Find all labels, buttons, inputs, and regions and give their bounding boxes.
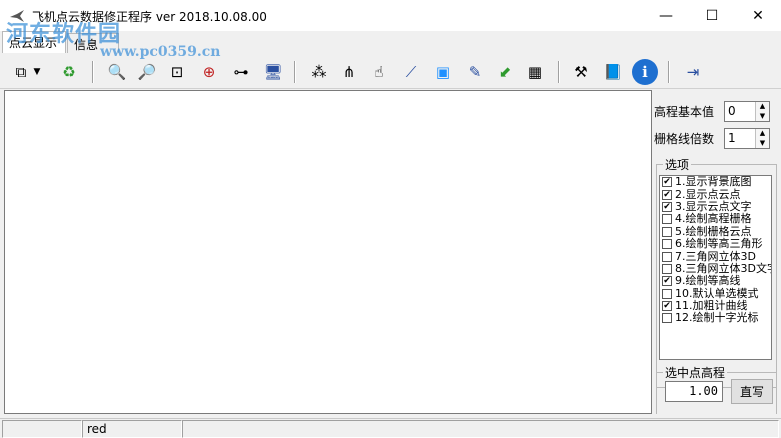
maximize-button[interactable]: ☐ (689, 0, 735, 31)
minimize-button[interactable]: — (643, 0, 689, 31)
option-label: 10.默认单选模式 (675, 286, 759, 300)
options-group: 选项 ✔ 1.显示背景底图 ✔ 2.显示点云点 ✔ 3.显示云点文字 4.绘制高程栅格… (656, 156, 777, 388)
checkbox[interactable]: ✔ (662, 201, 672, 212)
option-label: 7.三角网立体3D (675, 249, 756, 263)
option-label: 12.绘制十字光标 (675, 311, 759, 325)
status-pane-1 (2, 420, 82, 438)
grid-multiple-row: 栅格线倍数 1 ▲ ▼ (654, 127, 770, 149)
checkbox[interactable]: ✔ (662, 301, 672, 312)
point-height-title: 选中点高程 (663, 364, 728, 381)
checkbox[interactable]: ✔ (662, 177, 672, 188)
export-arrow-icon[interactable]: ⬋ (492, 59, 518, 85)
option-label: 5.绘制栅格云点 (675, 224, 752, 238)
edit-icon[interactable]: ✎ (462, 59, 488, 85)
toolbar-separator (294, 61, 296, 83)
option-label: 1.显示背景底图 (675, 175, 752, 189)
base-height-value: 0 (728, 103, 736, 118)
option-item[interactable]: 6.绘制等高三角形 (660, 238, 771, 250)
option-item[interactable]: 4.绘制高程栅格 (660, 213, 771, 225)
option-item[interactable]: 12.绘制十字光标 (660, 312, 771, 324)
option-label: 4.绘制高程栅格 (675, 212, 752, 226)
hand-pan-icon[interactable]: ☝ (366, 59, 392, 85)
polyline-icon[interactable]: ⟋ (398, 59, 424, 85)
info-icon[interactable]: ℹ (632, 59, 658, 85)
spinner-arrows[interactable]: ▲ ▼ (755, 128, 769, 148)
checkbox[interactable] (662, 226, 672, 237)
hierarchy-icon[interactable]: ⋔ (336, 59, 362, 85)
book-icon[interactable]: 📘 (600, 59, 626, 85)
checkbox[interactable] (662, 313, 672, 324)
toolbar-separator (668, 61, 670, 83)
side-panel: 高程基本值 0 ▲ ▼ 栅格线倍数 1 ▲ ▼ 选项 ✔ 1.显示背景底图 ✔ 2.显示… (654, 90, 781, 414)
grid-multiple-spinner[interactable]: 1 ▲ ▼ (724, 127, 770, 149)
status-bar: red (0, 418, 781, 438)
calculator-icon[interactable]: ▦ (522, 59, 548, 85)
checkbox[interactable] (662, 263, 672, 274)
base-height-label: 高程基本值 (654, 104, 715, 119)
toolbar: ⧉ ▼ ♻ 🔍 🔎 ⊡ ⊕ ⊶ 🖥 ⁂ ⋔ ☝ ⟋ ▣ ✎ ⬋ ▦ ⚒ 📘 ℹ … (0, 55, 781, 89)
spinner-arrows[interactable]: ▲ ▼ (755, 101, 769, 121)
write-height-button[interactable]: 直写 (731, 379, 773, 404)
status-pane-3 (182, 420, 779, 438)
zoom-window-icon[interactable]: ⊡ (164, 59, 190, 85)
computer-icon[interactable]: 🖥 (260, 59, 286, 85)
checkbox[interactable]: ✔ (662, 276, 672, 287)
point-height-field[interactable]: 1.00 (665, 381, 723, 402)
close-button[interactable]: ✕ (735, 0, 781, 31)
tools-icon[interactable]: ⚒ (568, 59, 594, 85)
point-height-group: 选中点高程 1.00 直写 (656, 364, 777, 414)
checkbox[interactable] (662, 214, 672, 225)
option-label: 6.绘制等高三角形 (675, 237, 763, 251)
select-point-icon[interactable]: ▣ (430, 59, 456, 85)
checkbox[interactable] (662, 288, 672, 299)
option-item[interactable]: 7.三角网立体3D (660, 250, 771, 262)
checkbox[interactable]: ✔ (662, 189, 672, 200)
zoom-in-icon[interactable]: 🔍 (104, 59, 130, 85)
recycle-icon[interactable]: ♻ (56, 59, 82, 85)
grid-multiple-value: 1 (728, 130, 736, 145)
options-list: ✔ 1.显示背景底图 ✔ 2.显示点云点 ✔ 3.显示云点文字 4.绘制高程栅格 5.… (659, 175, 772, 360)
checkbox[interactable] (662, 239, 672, 250)
base-height-row: 高程基本值 0 ▲ ▼ (654, 100, 770, 122)
status-pane-2: red (82, 420, 182, 438)
option-item[interactable]: ✔ 1.显示背景底图 (660, 176, 771, 188)
fit-icon[interactable]: ⊕ (196, 59, 222, 85)
exit-icon[interactable]: ⇥ (680, 59, 706, 85)
grid-multiple-label: 栅格线倍数 (654, 131, 715, 146)
drawing-canvas[interactable] (4, 90, 652, 414)
toolbar-separator (92, 61, 94, 83)
option-item[interactable]: ✔ 9.绘制等高线 (660, 275, 771, 287)
toolbar-separator (558, 61, 560, 83)
zoom-out-icon[interactable]: 🔎 (134, 59, 160, 85)
option-item[interactable]: ✔ 2.显示点云点 (660, 188, 771, 200)
options-title: 选项 (663, 156, 692, 173)
base-height-spinner[interactable]: 0 ▲ ▼ (724, 100, 770, 122)
network-icon[interactable]: ⁂ (306, 59, 332, 85)
option-label: 9.绘制等高线 (675, 274, 741, 288)
dropdown-arrow-icon[interactable]: ▼ (30, 59, 44, 85)
option-label: 2.显示点云点 (675, 187, 741, 201)
tree-icon[interactable]: ⊶ (228, 59, 254, 85)
checkbox[interactable] (662, 251, 672, 262)
